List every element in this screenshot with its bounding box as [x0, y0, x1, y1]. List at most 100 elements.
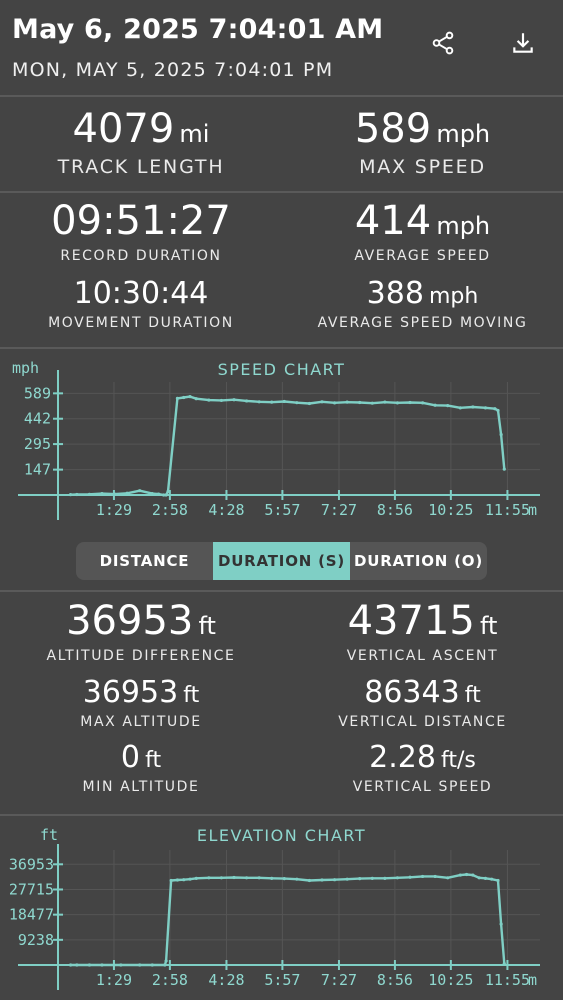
average-speed-moving-stat: 388 mph AVERAGE SPEED MOVING — [282, 276, 563, 331]
data-point — [490, 877, 494, 881]
vertical-distance-label: VERTICAL DISTANCE — [338, 714, 507, 730]
y-tick-label: 589 — [24, 384, 51, 402]
data-point — [150, 963, 154, 967]
data-point — [282, 399, 286, 404]
data-point — [446, 404, 450, 408]
x-tick-label: 11:55 — [485, 971, 530, 989]
data-point — [219, 876, 224, 880]
data-point — [370, 876, 374, 880]
data-point — [332, 878, 337, 882]
speed-chart[interactable]: 589 442 295 147 mph 1:29 2:58 4:28 5:57 7:27 8:56 1… — [0, 356, 563, 534]
max-speed-label: MAX SPEED — [359, 156, 486, 178]
max-altitude-label: MAX ALTITUDE — [80, 714, 202, 730]
data-point — [75, 492, 79, 497]
divider — [0, 191, 563, 193]
track-length-value: 4079 — [72, 106, 175, 152]
distance-option[interactable]: DISTANCE — [76, 542, 213, 580]
x-axis-mode-selector: DISTANCE DURATION (S) DURATION (O) — [76, 542, 487, 580]
data-point — [499, 432, 503, 437]
data-point — [257, 876, 261, 880]
data-point — [138, 489, 142, 493]
x-tick-label: 7:27 — [321, 971, 357, 989]
data-point — [182, 395, 186, 400]
data-point — [408, 875, 412, 879]
y-tick-label: 442 — [24, 410, 51, 428]
data-point — [395, 401, 400, 405]
movement-duration-stat: 10:30:44 MOVEMENT DURATION — [0, 276, 282, 331]
data-point — [307, 878, 312, 883]
data-point — [175, 396, 180, 400]
vertical-speed-label: VERTICAL SPEED — [352, 779, 493, 795]
data-point — [194, 876, 198, 880]
divider — [0, 814, 563, 816]
data-point — [358, 400, 362, 405]
data-point — [496, 408, 500, 413]
y-tick-label: 295 — [24, 435, 51, 453]
data-point — [383, 876, 387, 880]
altitude-difference-stat: 36953 ft ALTITUDE DIFFERENCE — [0, 598, 282, 664]
x-tick-label: 5:57 — [264, 971, 300, 989]
data-point — [471, 873, 475, 877]
data-point — [68, 963, 73, 967]
record-duration-stat: 09:51:27 RECORD DURATION — [0, 198, 282, 264]
data-point — [75, 963, 79, 967]
data-point — [433, 874, 437, 879]
movement-duration-label: MOVEMENT DURATION — [48, 315, 234, 331]
altitude-difference-label: ALTITUDE DIFFERENCE — [46, 648, 236, 664]
average-speed-unit: mph — [436, 212, 491, 240]
page-subtitle: MON, MAY 5, 2025 7:04:01 PM — [12, 59, 334, 81]
x-axis-unit: m — [528, 971, 537, 989]
data-point — [125, 491, 129, 495]
x-tick-label: 8:56 — [377, 971, 413, 989]
share-button[interactable] — [426, 26, 460, 60]
data-point — [483, 876, 488, 880]
data-point — [169, 878, 173, 883]
min-altitude-value: 0 — [120, 740, 140, 775]
max-speed-value: 589 — [354, 106, 432, 152]
x-tick-label: 10:25 — [428, 971, 473, 989]
x-tick-label: 5:57 — [264, 501, 300, 519]
data-point — [502, 467, 506, 471]
data-point — [244, 399, 249, 403]
data-point — [499, 922, 503, 926]
vertical-speed-stat: 2.28 ft/s VERTICAL SPEED — [282, 740, 563, 795]
min-altitude-label: MIN ALTITUDE — [82, 779, 200, 795]
track-length-unit: mi — [179, 120, 210, 148]
data-point — [320, 878, 324, 882]
data-point — [332, 401, 337, 405]
data-point — [188, 395, 192, 399]
average-speed-moving-label: AVERAGE SPEED MOVING — [317, 315, 528, 331]
series-line — [70, 395, 506, 497]
data-point — [207, 876, 211, 880]
duration-o-option[interactable]: DURATION (O) — [350, 542, 487, 580]
data-point — [345, 400, 349, 404]
duration-s-option[interactable]: DURATION (S) — [213, 542, 350, 580]
data-point — [257, 400, 261, 404]
x-tick-label: 2:58 — [152, 971, 188, 989]
x-tick-label: 7:27 — [321, 501, 357, 519]
average-speed-label: AVERAGE SPEED — [354, 248, 491, 264]
data-point — [493, 407, 497, 411]
movement-duration-value: 10:30:44 — [73, 276, 209, 311]
data-point — [307, 401, 312, 406]
elevation-chart[interactable]: 36953 27715 18477 9238 ft 1:29 2:58 4:28 5:57 7:2… — [0, 824, 563, 1000]
data-point — [207, 398, 211, 402]
share-icon — [432, 31, 454, 55]
data-point — [150, 492, 154, 496]
y-axis-unit: mph — [12, 359, 39, 377]
page-title: May 6, 2025 7:04:01 AM — [12, 14, 384, 45]
data-point — [295, 401, 299, 405]
average-speed-stat: 414 mph AVERAGE SPEED — [282, 198, 563, 264]
divider — [0, 95, 563, 97]
max-altitude-unit: ft — [183, 683, 200, 708]
download-button[interactable] — [506, 26, 540, 60]
data-point — [270, 400, 274, 404]
altitude-difference-value: 36953 — [66, 598, 194, 644]
track-length-stat: 4079 mi TRACK LENGTH — [0, 106, 282, 178]
vertical-ascent-label: VERTICAL ASCENT — [346, 648, 499, 664]
x-tick-label: 8:56 — [377, 501, 413, 519]
data-point — [68, 493, 73, 497]
vertical-distance-value: 86343 — [364, 675, 460, 710]
vertical-ascent-value: 43715 — [347, 598, 475, 644]
vertical-distance-stat: 86343 ft VERTICAL DISTANCE — [282, 675, 563, 730]
